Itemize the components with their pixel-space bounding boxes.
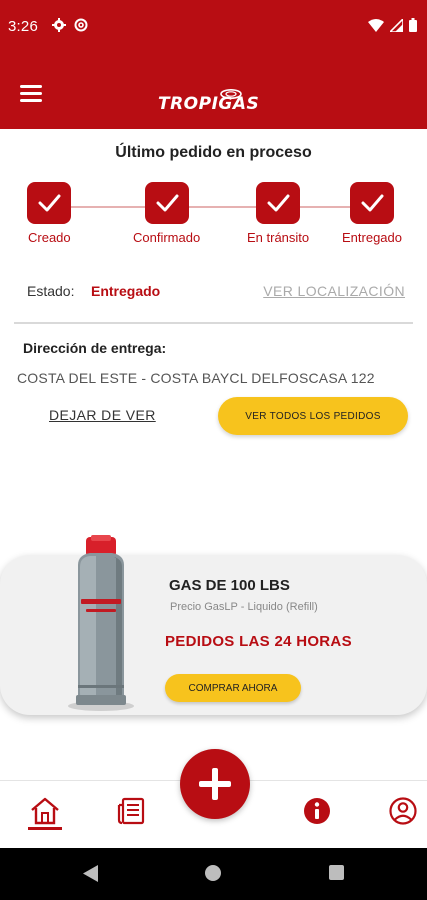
check-icon xyxy=(267,194,290,212)
step-label-confirmed: Confirmado xyxy=(133,230,201,245)
battery-icon xyxy=(409,18,417,37)
progress-connector xyxy=(71,206,146,208)
step-confirmed-check xyxy=(145,182,189,224)
add-order-button[interactable] xyxy=(180,749,250,819)
back-icon[interactable] xyxy=(83,865,99,887)
divider xyxy=(14,322,413,324)
step-transit-check xyxy=(256,182,300,224)
step-label-delivered: Entregado xyxy=(342,230,402,245)
tropigas-logo: TROPIGAS xyxy=(158,86,270,114)
profile-icon[interactable] xyxy=(386,794,420,828)
status-time: 3:26 xyxy=(8,18,38,35)
step-label-created: Creado xyxy=(28,230,71,245)
active-tab-indicator xyxy=(28,827,62,830)
view-all-orders-button[interactable]: VER TODOS LOS PEDIDOS xyxy=(218,397,408,435)
address-label: Dirección de entrega: xyxy=(23,340,167,356)
recent-apps-icon[interactable] xyxy=(329,865,344,880)
info-icon[interactable] xyxy=(300,794,334,828)
at-sign-icon xyxy=(74,18,88,37)
check-icon xyxy=(361,194,384,212)
stop-viewing-link[interactable]: DEJAR DE VER xyxy=(49,407,156,423)
buy-now-button[interactable]: COMPRAR AHORA xyxy=(165,674,301,702)
check-icon xyxy=(38,194,61,212)
brand-name: TROPIGAS xyxy=(158,94,260,114)
system-nav-bar xyxy=(0,848,427,900)
orders-document-icon[interactable] xyxy=(114,794,148,828)
status-value: Entregado xyxy=(91,283,161,299)
status-label: Estado: xyxy=(27,283,75,299)
address-value: COSTA DEL ESTE - COSTA BAYCL DELFOSCASA … xyxy=(17,370,375,386)
step-label-transit: En tránsito xyxy=(247,230,310,245)
product-title: GAS DE 100 LBS xyxy=(169,577,290,594)
signal-icon xyxy=(388,16,404,37)
step-created-check xyxy=(27,182,71,224)
step-delivered-check xyxy=(350,182,394,224)
view-location-link[interactable]: VER LOCALIZACIÓN xyxy=(263,283,405,299)
wifi-icon xyxy=(368,18,384,37)
app-header: 3:26 TROPIGAS xyxy=(0,0,427,129)
product-subtitle: Precio GasLP - Liquido (Refill) xyxy=(170,601,318,613)
progress-connector xyxy=(189,206,257,208)
home-icon[interactable] xyxy=(28,794,62,828)
status-bar: 3:26 xyxy=(0,0,427,50)
order-section-title: Último pedido en proceso xyxy=(115,144,312,161)
settings-gear-icon xyxy=(52,18,66,37)
product-promo: PEDIDOS LAS 24 HORAS xyxy=(165,633,352,650)
hamburger-menu-icon[interactable] xyxy=(20,85,42,103)
home-button-icon[interactable] xyxy=(205,865,221,881)
progress-connector xyxy=(300,206,351,208)
gas-cylinder-image xyxy=(66,535,136,713)
check-icon xyxy=(156,194,179,212)
